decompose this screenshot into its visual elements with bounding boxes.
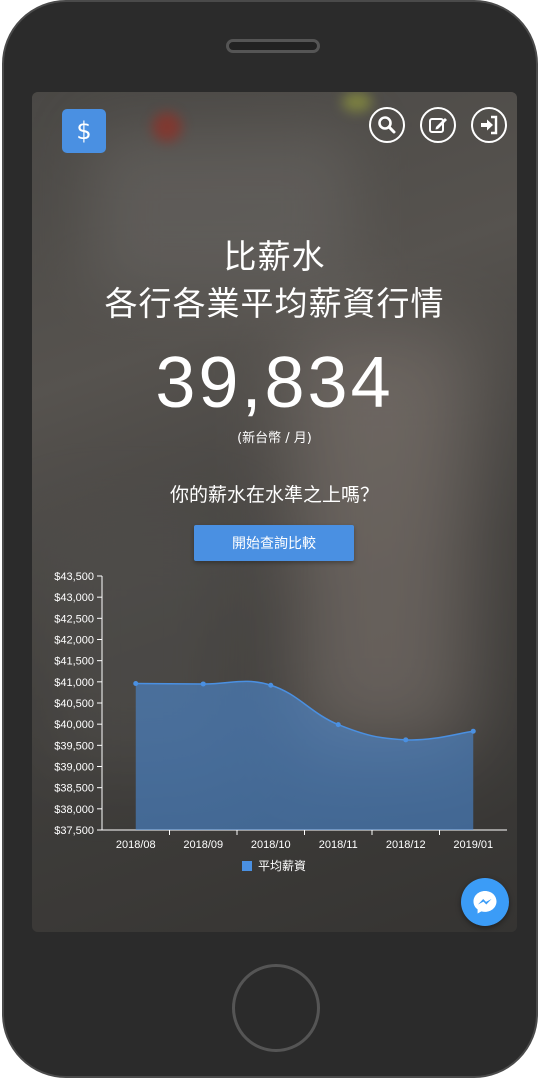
x-tick-label: 2018/12 — [386, 839, 426, 851]
x-tick-label: 2019/01 — [453, 839, 493, 851]
dollar-icon: $ — [76, 117, 92, 145]
page-title-line1: 比薪水 — [223, 237, 326, 276]
y-tick-label: $41,500 — [54, 656, 94, 668]
data-point[interactable] — [200, 681, 206, 687]
y-tick-label: $43,500 — [54, 571, 94, 583]
start-compare-button[interactable]: 開始查詢比較 — [194, 525, 354, 561]
y-tick-label: $38,500 — [54, 783, 94, 795]
y-tick-label: $38,000 — [54, 804, 94, 816]
data-point[interactable] — [470, 728, 476, 734]
x-tick-label: 2018/09 — [183, 839, 223, 851]
legend-swatch — [242, 861, 252, 871]
edit-button[interactable] — [420, 107, 456, 143]
phone-frame: $ 比薪水 各行各業平均薪資行情 39,834 (新台幣 / 月) 你的薪水在水… — [2, 0, 538, 1078]
login-button[interactable] — [471, 107, 507, 143]
logo[interactable]: $ — [62, 109, 106, 153]
salary-trend-chart: $43,500 $43,000 $42,500 $42,000 $41,500 $41,0… — [54, 571, 507, 873]
phone-speaker — [226, 39, 320, 53]
y-tick-label: $40,000 — [54, 719, 94, 731]
x-tick-label: 2018/10 — [251, 839, 291, 851]
average-salary-value: 39,834 — [155, 343, 394, 423]
app-screen: $ 比薪水 各行各業平均薪資行情 39,834 (新台幣 / 月) 你的薪水在水… — [32, 92, 517, 932]
x-tick-label: 2018/11 — [319, 839, 358, 851]
messenger-button[interactable] — [461, 878, 509, 926]
data-point[interactable] — [335, 722, 341, 728]
y-tick-label: $42,000 — [54, 635, 94, 647]
page-title-line2: 各行各業平均薪資行情 — [104, 284, 445, 323]
y-tick-label: $39,000 — [54, 762, 94, 774]
messenger-icon — [473, 891, 497, 914]
edit-icon — [429, 118, 447, 133]
home-button[interactable] — [232, 964, 320, 1052]
y-tick-label: $37,500 — [54, 825, 94, 837]
search-icon — [378, 116, 396, 134]
currency-unit-label: (新台幣 / 月) — [237, 431, 312, 446]
y-tick-label: $40,500 — [54, 698, 94, 710]
search-button[interactable] — [369, 107, 405, 143]
x-tick-label: 2018/08 — [116, 839, 156, 851]
question-text: 你的薪水在水準之上嗎？ — [169, 484, 379, 506]
data-point[interactable] — [268, 682, 274, 688]
y-tick-label: $42,500 — [54, 613, 94, 625]
y-tick-label: $39,500 — [54, 740, 94, 752]
data-point[interactable] — [403, 737, 409, 743]
y-tick-label: $41,000 — [54, 677, 94, 689]
sign-in-icon — [481, 115, 498, 135]
data-point[interactable] — [133, 681, 139, 687]
legend-label[interactable]: 平均薪資 — [258, 859, 306, 873]
y-tick-label: $43,000 — [54, 592, 94, 604]
